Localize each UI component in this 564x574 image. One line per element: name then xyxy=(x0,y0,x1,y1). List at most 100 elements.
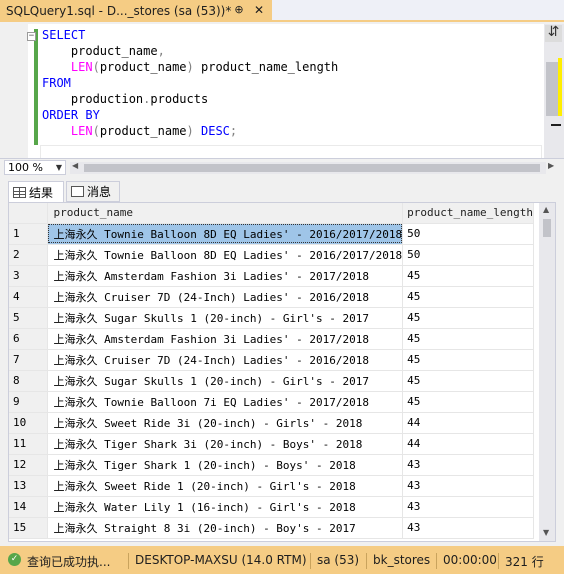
code-token: products xyxy=(150,92,209,106)
row-number-cell[interactable]: 10 xyxy=(9,412,48,434)
column-header-product-name[interactable]: product_name xyxy=(47,203,404,224)
code-token: SELECT xyxy=(42,28,86,42)
product-name-length-cell[interactable]: 45 xyxy=(402,391,534,413)
product-name-length-cell[interactable]: 43 xyxy=(402,454,534,476)
code-token: LEN xyxy=(70,60,93,74)
pin-icon[interactable]: ⊕ xyxy=(232,3,246,17)
product-name-cell[interactable]: 上海永久 Townie Balloon 8D EQ Ladies' - 2016… xyxy=(47,244,404,266)
row-number-cell[interactable]: 4 xyxy=(9,286,48,308)
code-token: FROM xyxy=(42,76,71,90)
row-number-header[interactable] xyxy=(9,203,48,224)
code-token: DESC xyxy=(201,124,230,138)
product-name-length-cell[interactable]: 43 xyxy=(402,517,534,539)
status-elapsed: 00:00:00 xyxy=(436,553,497,569)
product-name-cell[interactable]: 上海永久 Sugar Skulls 1 (20-inch) - Girl's -… xyxy=(47,307,404,329)
editor-scroll-thumb[interactable] xyxy=(546,62,558,116)
table-row[interactable]: 10 上海永久 Sweet Ride 3i (20-inch) - Girls' … xyxy=(9,412,534,434)
product-name-cell[interactable]: 上海永久 Straight 8 3i (20-inch) - Boy's - 2… xyxy=(47,517,404,539)
table-row[interactable]: 1 上海永久 Townie Balloon 8D EQ Ladies' - 201… xyxy=(9,223,534,245)
row-number-cell[interactable]: 7 xyxy=(9,349,48,371)
table-row[interactable]: 4 上海永久 Cruiser 7D (24-Inch) Ladies' - 201… xyxy=(9,286,534,308)
row-number-cell[interactable]: 3 xyxy=(9,265,48,287)
table-row[interactable]: 11 上海永久 Tiger Shark 3i (20-inch) - Boys' … xyxy=(9,433,534,455)
tab-messages[interactable]: 消息 xyxy=(66,181,120,202)
table-row[interactable]: 6 上海永久 Amsterdam Fashion 3i Ladies' - 201… xyxy=(9,328,534,350)
row-number-cell[interactable]: 15 xyxy=(9,517,48,539)
product-name-length-cell[interactable]: 45 xyxy=(402,307,534,329)
row-number-cell[interactable]: 13 xyxy=(9,475,48,497)
table-row[interactable]: 13 上海永久 Sweet Ride 1 (20-inch) - Girl's -… xyxy=(9,475,534,497)
code-token: ) xyxy=(186,60,194,74)
code-token: ) xyxy=(186,124,194,138)
product-name-cell[interactable]: 上海永久 Townie Balloon 8D EQ Ladies' - 2016… xyxy=(47,223,404,245)
sql-editor[interactable]: − SELECT product_name, LEN(product_name)… xyxy=(0,24,564,161)
product-name-cell[interactable]: 上海永久 Sweet Ride 1 (20-inch) - Girl's - 2… xyxy=(47,475,404,497)
product-name-length-cell[interactable]: 45 xyxy=(402,370,534,392)
scroll-left-icon[interactable]: ◀ xyxy=(72,161,78,170)
table-row[interactable]: 7 上海永久 Cruiser 7D (24-Inch) Ladies' - 201… xyxy=(9,349,534,371)
row-number-cell[interactable]: 5 xyxy=(9,307,48,329)
product-name-length-cell[interactable]: 45 xyxy=(402,349,534,371)
product-name-length-cell[interactable]: 43 xyxy=(402,496,534,518)
table-row[interactable]: 15 上海永久 Straight 8 3i (20-inch) - Boy's -… xyxy=(9,517,534,539)
product-name-length-cell[interactable]: 44 xyxy=(402,412,534,434)
status-message: 查询已成功执... xyxy=(27,555,111,569)
tab-results[interactable]: 结果 xyxy=(8,181,64,202)
editor-hscroll-thumb[interactable] xyxy=(84,164,540,172)
table-row[interactable]: 14 上海永久 Water Lily 1 (16-inch) - Girl's -… xyxy=(9,496,534,518)
grid-vertical-scrollbar[interactable] xyxy=(539,203,555,541)
product-name-cell[interactable]: 上海永久 Sugar Skulls 1 (20-inch) - Girl's -… xyxy=(47,370,404,392)
product-name-length-cell[interactable]: 50 xyxy=(402,223,534,245)
query-tab[interactable]: SQLQuery1.sql - D..._stores (sa (53))* ⊕… xyxy=(0,0,272,22)
code-token: production xyxy=(42,92,144,106)
collapse-icon[interactable]: − xyxy=(27,32,36,41)
row-number-cell[interactable]: 2 xyxy=(9,244,48,266)
scroll-down-icon[interactable]: ▼ xyxy=(543,528,549,537)
row-number-cell[interactable]: 11 xyxy=(9,433,48,455)
split-icon[interactable]: ⇵ xyxy=(545,25,562,42)
product-name-cell[interactable]: 上海永久 Water Lily 1 (16-inch) - Girl's - 2… xyxy=(47,496,404,518)
product-name-cell[interactable]: 上海永久 Townie Balloon 7i EQ Ladies' - 2017… xyxy=(47,391,404,413)
product-name-cell[interactable]: 上海永久 Tiger Shark 1 (20-inch) - Boys' - 2… xyxy=(47,454,404,476)
product-name-cell[interactable]: 上海永久 Cruiser 7D (24-Inch) Ladies' - 2016… xyxy=(47,286,404,308)
table-row[interactable]: 9 上海永久 Townie Balloon 7i EQ Ladies' - 201… xyxy=(9,391,534,413)
row-number-cell[interactable]: 9 xyxy=(9,391,48,413)
product-name-length-cell[interactable]: 45 xyxy=(402,286,534,308)
table-row[interactable]: 2 上海永久 Townie Balloon 8D EQ Ladies' - 201… xyxy=(9,244,534,266)
product-name-length-cell[interactable]: 50 xyxy=(402,244,534,266)
scroll-up-icon[interactable]: ▲ xyxy=(543,205,549,214)
row-number-cell[interactable]: 6 xyxy=(9,328,48,350)
table-row[interactable]: 3 上海永久 Amsterdam Fashion 3i Ladies' - 201… xyxy=(9,265,534,287)
product-name-cell[interactable]: 上海永久 Amsterdam Fashion 3i Ladies' - 2017… xyxy=(47,328,404,350)
chevron-down-icon: ▼ xyxy=(55,163,62,172)
code-token: ; xyxy=(229,124,238,138)
product-name-length-cell[interactable]: 45 xyxy=(402,265,534,287)
product-name-cell[interactable]: 上海永久 Cruiser 7D (24-Inch) Ladies' - 2016… xyxy=(47,349,404,371)
scroll-right-icon[interactable]: ▶ xyxy=(548,161,554,170)
row-number-cell[interactable]: 1 xyxy=(9,223,48,245)
editor-gutter xyxy=(0,24,28,158)
table-row[interactable]: 5 上海永久 Sugar Skulls 1 (20-inch) - Girl's … xyxy=(9,307,534,329)
table-row[interactable]: 8 上海永久 Sugar Skulls 1 (20-inch) - Girl's … xyxy=(9,370,534,392)
row-number-cell[interactable]: 14 xyxy=(9,496,48,518)
code-text[interactable]: SELECT product_name, LEN(product_name) p… xyxy=(42,27,338,139)
product-name-cell[interactable]: 上海永久 Tiger Shark 3i (20-inch) - Boys' - … xyxy=(47,433,404,455)
change-marker xyxy=(34,29,38,145)
code-token: product_name xyxy=(42,44,158,58)
close-icon[interactable]: ✕ xyxy=(252,3,266,17)
product-name-cell[interactable]: 上海永久 Amsterdam Fashion 3i Ladies' - 2017… xyxy=(47,265,404,287)
product-name-length-cell[interactable]: 45 xyxy=(402,328,534,350)
row-number-cell[interactable]: 12 xyxy=(9,454,48,476)
code-line: production.products xyxy=(42,91,338,107)
column-header-product-name-length[interactable]: product_name_length xyxy=(402,203,534,224)
table-row[interactable]: 12 上海永久 Tiger Shark 1 (20-inch) - Boys' -… xyxy=(9,454,534,476)
code-line: product_name, xyxy=(42,43,338,59)
row-number-cell[interactable]: 8 xyxy=(9,370,48,392)
results-grid[interactable]: product_name product_name_length 1 上海永久 T… xyxy=(8,202,556,542)
product-name-length-cell[interactable]: 44 xyxy=(402,433,534,455)
grid-scroll-thumb[interactable] xyxy=(543,219,551,237)
product-name-length-cell[interactable]: 43 xyxy=(402,475,534,497)
product-name-cell[interactable]: 上海永久 Sweet Ride 3i (20-inch) - Girls' - … xyxy=(47,412,404,434)
code-token: product_name_length xyxy=(193,60,339,74)
zoom-select[interactable]: 100 % ▼ xyxy=(4,160,66,175)
